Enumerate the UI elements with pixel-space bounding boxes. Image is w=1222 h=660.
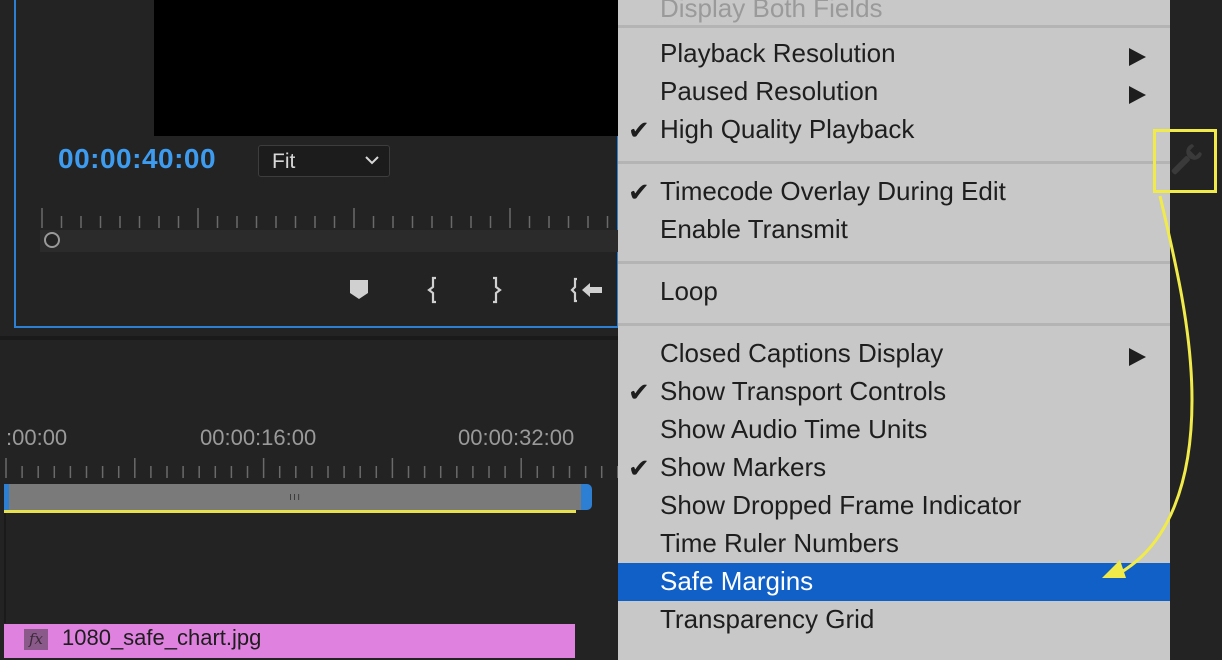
- submenu-arrow-icon: [1129, 48, 1146, 66]
- checkmark-icon: ✔: [628, 115, 650, 145]
- menu-item-paused-resolution[interactable]: Paused Resolution: [618, 73, 1170, 111]
- zoom-level-select[interactable]: Fit: [258, 145, 390, 177]
- menu-separator: [618, 25, 1170, 28]
- menu-separator: [618, 161, 1170, 164]
- monitor-time-ruler[interactable]: [40, 206, 620, 230]
- menu-item-show-audio-time-units[interactable]: Show Audio Time Units: [618, 411, 1170, 449]
- work-area-end-handle[interactable]: [581, 484, 592, 510]
- menu-item-show-markers[interactable]: ✔ Show Markers: [618, 449, 1170, 487]
- menu-item-time-ruler-numbers[interactable]: Time Ruler Numbers: [618, 525, 1170, 563]
- highlight-underline: [4, 510, 576, 513]
- mark-out-icon[interactable]: [487, 276, 505, 304]
- playhead-handle[interactable]: [44, 232, 60, 248]
- checkmark-icon: ✔: [628, 177, 650, 207]
- menu-separator: [618, 261, 1170, 264]
- checkmark-icon: ✔: [628, 377, 650, 407]
- zoom-level-value: Fit: [272, 150, 296, 173]
- track-border: [4, 513, 6, 623]
- monitor-settings-menu: Display Both Fields Playback Resolution …: [618, 0, 1170, 660]
- video-preview: [154, 0, 624, 136]
- checkmark-icon: ✔: [628, 453, 650, 483]
- menu-item-enable-transmit[interactable]: Enable Transmit: [618, 211, 1170, 249]
- settings-button[interactable]: [1153, 129, 1217, 193]
- menu-item-timecode-overlay[interactable]: ✔ Timecode Overlay During Edit: [618, 173, 1170, 211]
- menu-item-high-quality-playback[interactable]: ✔ High Quality Playback: [618, 111, 1170, 149]
- wrench-icon: [1171, 144, 1202, 175]
- ruler-label: 00:00:32:00: [458, 425, 575, 450]
- menu-item-display-both-fields: Display Both Fields: [660, 0, 883, 23]
- submenu-arrow-icon: [1129, 86, 1146, 104]
- go-to-in-icon[interactable]: [570, 276, 606, 304]
- clip-name: 1080_safe_chart.jpg: [62, 625, 262, 650]
- add-marker-icon[interactable]: [348, 276, 370, 302]
- menu-item-transparency-grid[interactable]: Transparency Grid: [618, 601, 1170, 639]
- monitor-scrub-bar[interactable]: [40, 230, 620, 252]
- menu-item-closed-captions-display[interactable]: Closed Captions Display: [618, 335, 1170, 373]
- mark-in-icon[interactable]: [424, 276, 442, 304]
- chevron-down-icon: [365, 156, 379, 165]
- timeline-clip[interactable]: fx 1080_safe_chart.jpg: [4, 624, 575, 658]
- menu-item-safe-margins[interactable]: Safe Margins: [618, 563, 1170, 601]
- menu-separator: [618, 323, 1170, 326]
- ruler-label: 00:00:16:00: [200, 425, 317, 450]
- ruler-label: :00:00: [6, 425, 68, 450]
- submenu-arrow-icon: [1129, 348, 1146, 366]
- grip-icon: ııı: [289, 491, 302, 503]
- fx-badge-icon: fx: [24, 629, 48, 650]
- timeline-time-ruler[interactable]: [0, 456, 620, 480]
- menu-item-show-transport-controls[interactable]: ✔ Show Transport Controls: [618, 373, 1170, 411]
- playhead-timecode[interactable]: 00:00:40:00: [58, 143, 216, 175]
- panel-divider: [0, 336, 620, 340]
- menu-item-loop[interactable]: Loop: [618, 273, 1170, 311]
- menu-item-show-dropped-frame-indicator[interactable]: Show Dropped Frame Indicator: [618, 487, 1170, 525]
- menu-item-playback-resolution[interactable]: Playback Resolution: [618, 35, 1170, 73]
- work-area-start-handle[interactable]: [4, 484, 9, 510]
